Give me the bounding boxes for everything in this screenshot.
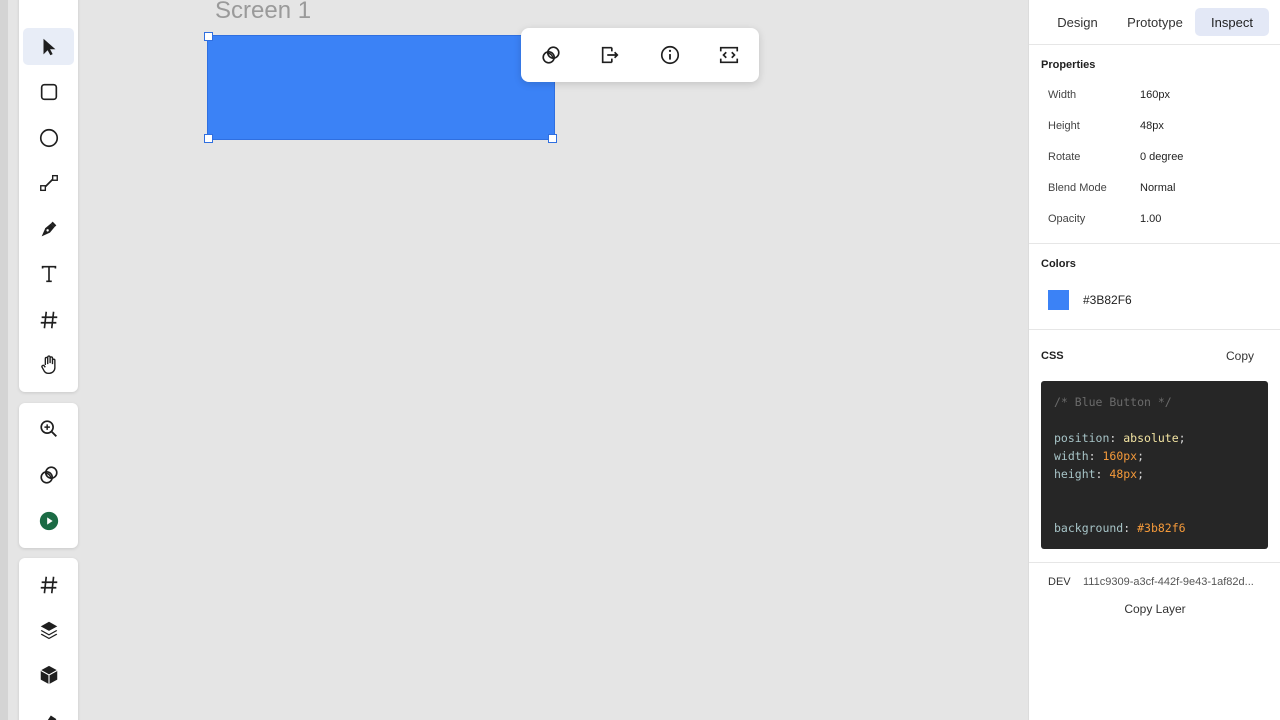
rectangle-icon [40, 83, 57, 100]
ellipse-tool[interactable] [23, 119, 74, 156]
dev-label: DEV [1048, 576, 1071, 588]
more-tool[interactable] [23, 702, 74, 720]
hand-icon [40, 354, 56, 374]
code-icon [719, 46, 739, 64]
view-toolbar [19, 403, 78, 548]
export-button[interactable] [597, 42, 623, 68]
copy-css-button[interactable]: Copy [1226, 349, 1254, 363]
resize-handle-bottom-left[interactable] [204, 134, 213, 143]
css-value: 48px [1109, 467, 1138, 481]
link-button[interactable] [538, 42, 564, 68]
tools-toolbar [19, 0, 78, 392]
info-icon [660, 45, 680, 65]
css-line: width: 160px; [1054, 449, 1145, 463]
export-icon [601, 46, 619, 64]
link-icon [542, 46, 560, 64]
cube-icon [39, 665, 58, 684]
css-title: CSS [1041, 350, 1064, 362]
panel-tabs: Design Prototype Inspect [1029, 8, 1280, 36]
css-property: position [1054, 431, 1110, 445]
layers-icon [40, 621, 57, 639]
divider [1029, 44, 1280, 45]
css-line: background: #3b82f6 [1054, 521, 1186, 535]
blend-mode-value: Normal [1140, 182, 1176, 194]
line-tool[interactable] [23, 164, 74, 201]
zoom-tool[interactable] [23, 410, 74, 447]
text-tool[interactable] [23, 255, 74, 292]
line-icon [39, 174, 58, 191]
resize-handle-top-left[interactable] [204, 32, 213, 41]
css-property: height [1054, 467, 1096, 481]
play-tool[interactable] [23, 502, 74, 539]
left-edge [0, 0, 8, 720]
ellipse-icon [39, 128, 58, 147]
height-value: 48px [1140, 120, 1164, 132]
resize-handle-bottom-right[interactable] [548, 134, 557, 143]
opacity-value: 1.00 [1140, 213, 1162, 225]
divider [1029, 329, 1280, 330]
width-label: Width [1048, 89, 1077, 101]
layers-tool[interactable] [23, 611, 74, 648]
color-swatch[interactable] [1048, 290, 1069, 310]
inspector-panel: Design Prototype Inspect Properties Widt… [1028, 0, 1280, 720]
blend-mode-label: Blend Mode [1048, 182, 1107, 194]
pen-icon [41, 221, 56, 236]
dev-id[interactable]: 111c9309-a3cf-442f-9e43-1af82d... [1083, 576, 1268, 588]
copy-layer-button[interactable]: Copy Layer [1029, 602, 1280, 616]
divider [1029, 243, 1280, 244]
grid-tool[interactable] [23, 566, 74, 603]
css-line: position: absolute; [1054, 431, 1186, 445]
colors-title: Colors [1041, 258, 1076, 270]
tab-design[interactable]: Design [1046, 8, 1109, 36]
selected-rectangle[interactable] [207, 35, 555, 140]
height-label: Height [1048, 120, 1080, 132]
link-rings-icon [39, 465, 58, 484]
screen-label[interactable]: Screen 1 [215, 0, 311, 25]
divider [1029, 562, 1280, 563]
hash-icon [40, 576, 57, 593]
cursor-icon [43, 38, 55, 55]
zoom-in-icon [39, 419, 57, 437]
brush-icon [47, 715, 56, 720]
hash-icon [40, 311, 57, 328]
hand-tool[interactable] [23, 346, 74, 383]
assets-toolbar [19, 558, 78, 720]
opacity-label: Opacity [1048, 213, 1086, 225]
boolean-tool[interactable] [23, 456, 74, 493]
info-button[interactable] [657, 42, 683, 68]
rectangle-tool[interactable] [23, 73, 74, 110]
play-icon [39, 511, 58, 530]
css-line: height: 48px; [1054, 467, 1145, 481]
css-comment: /* Blue Button */ [1054, 395, 1172, 409]
frame-tool[interactable] [23, 301, 74, 338]
tab-prototype[interactable]: Prototype [1117, 8, 1193, 36]
color-hex[interactable]: #3B82F6 [1083, 293, 1132, 307]
rotate-label: Rotate [1048, 151, 1081, 163]
text-icon [41, 265, 56, 282]
tab-inspect[interactable]: Inspect [1195, 8, 1269, 36]
css-value: #3b82f6 [1137, 521, 1186, 535]
pen-tool[interactable] [23, 210, 74, 247]
properties-title: Properties [1041, 59, 1096, 71]
move-tool[interactable] [23, 28, 74, 65]
css-code-block[interactable]: /* Blue Button */ position: absolute; wi… [1041, 381, 1268, 549]
code-button[interactable] [716, 42, 742, 68]
css-value: 160px [1102, 449, 1138, 463]
context-toolbar [521, 28, 759, 82]
component-tool[interactable] [23, 656, 74, 693]
width-value: 160px [1140, 89, 1170, 101]
css-property: width [1054, 449, 1089, 463]
css-value: absolute [1123, 431, 1179, 445]
css-property: background [1054, 521, 1124, 535]
rotate-value: 0 degree [1140, 151, 1184, 163]
